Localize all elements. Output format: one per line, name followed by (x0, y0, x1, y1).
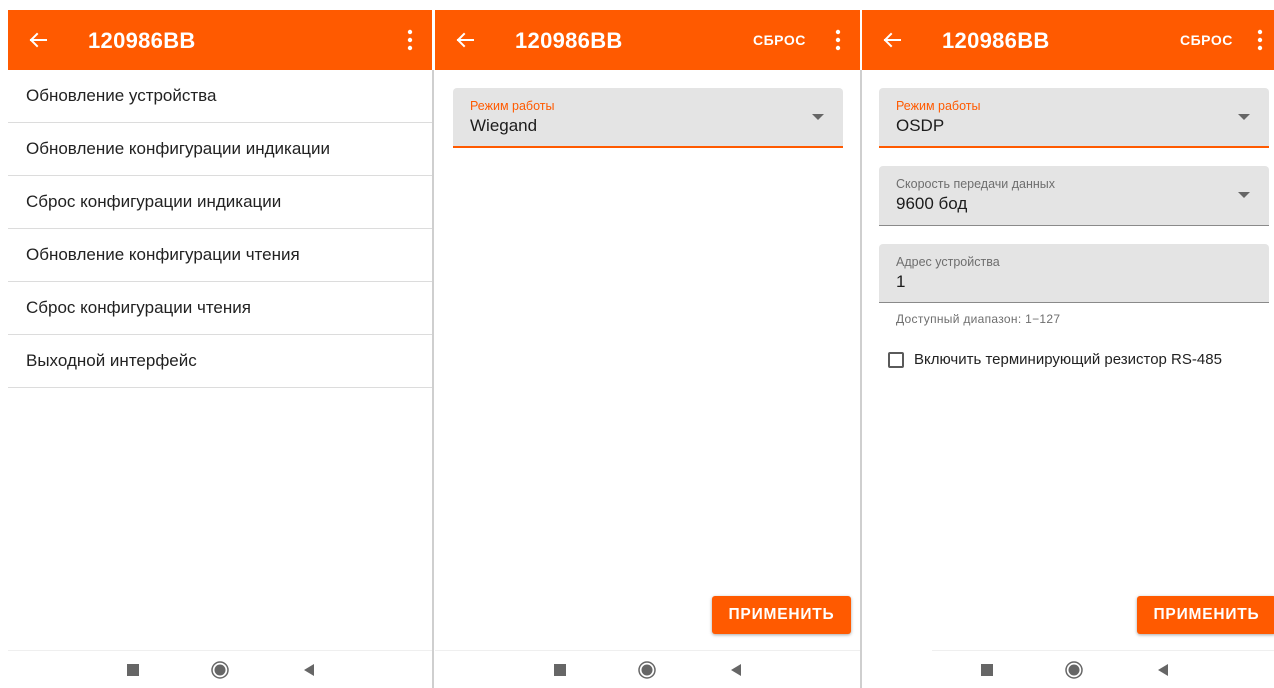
square-stop-icon[interactable] (124, 661, 142, 679)
more-vert-icon[interactable] (834, 28, 842, 52)
page-title: 120986BB (942, 28, 1050, 53)
reset-button[interactable]: СБРОС (1180, 32, 1233, 48)
apply-button[interactable]: ПРИМЕНИТЬ (1137, 596, 1274, 634)
mode-osdp-screen: 120986BB СБРОС Режим работы OSDP Скорост… (862, 10, 1274, 688)
circle-home-icon[interactable] (211, 661, 229, 679)
baud-rate-select[interactable]: Скорость передачи данных 9600 бод (879, 166, 1269, 226)
device-menu-screen: 120986BB Обновление устройства Обновлени… (8, 10, 432, 688)
page-title: 120986BB (88, 28, 196, 53)
baud-rate-value: 9600 бод (896, 194, 968, 213)
square-stop-icon[interactable] (978, 661, 996, 679)
menu-item-read-config-update[interactable]: Обновление конфигурации чтения (8, 229, 432, 282)
device-address-value: 1 (896, 272, 906, 291)
menu-item-output-interface[interactable]: Выходной интерфейс (8, 335, 432, 388)
triangle-back-icon[interactable] (727, 661, 745, 679)
menu-item-read-config-reset[interactable]: Сброс конфигурации чтения (8, 282, 432, 335)
arrow-drop-down-icon (1238, 192, 1250, 198)
checkbox-box[interactable] (888, 351, 904, 368)
mode-select-value: Wiegand (470, 116, 538, 135)
triangle-back-icon[interactable] (1154, 661, 1172, 679)
app-bar: 120986BB СБРОС (862, 10, 1274, 70)
terminator-checkbox[interactable]: Включить терминирующий резистор RS-485 (888, 351, 1222, 368)
system-nav-bar (932, 650, 1274, 688)
reset-button[interactable]: СБРОС (753, 32, 806, 48)
more-vert-icon[interactable] (406, 28, 414, 52)
triangle-back-icon[interactable] (300, 661, 318, 679)
circle-home-icon[interactable] (1065, 661, 1083, 679)
mode-select[interactable]: Режим работы Wiegand (453, 88, 843, 148)
menu-item-indication-config-update[interactable]: Обновление конфигурации индикации (8, 123, 432, 176)
system-nav-bar (8, 650, 432, 688)
address-range-helper: Доступный диапазон: 1−127 (896, 312, 1061, 326)
mode-select-label: Режим работы (470, 99, 555, 113)
arrow-drop-down-icon (1238, 114, 1250, 120)
mode-select-value: OSDP (896, 116, 945, 135)
menu-item-device-update[interactable]: Обновление устройства (8, 70, 432, 123)
device-address-input[interactable]: Адрес устройства 1 (879, 244, 1269, 303)
settings-menu-list: Обновление устройства Обновление конфигу… (8, 70, 432, 388)
arrow-drop-down-icon (812, 114, 824, 120)
arrow-left-icon[interactable] (26, 26, 50, 54)
arrow-left-icon[interactable] (453, 26, 477, 54)
app-bar: 120986BB СБРОС (435, 10, 860, 70)
more-vert-icon[interactable] (1256, 28, 1264, 52)
mode-select[interactable]: Режим работы OSDP (879, 88, 1269, 148)
mode-wiegand-screen: 120986BB СБРОС Режим работы Wiegand ПРИМ… (435, 10, 860, 688)
app-bar: 120986BB (8, 10, 432, 70)
square-stop-icon[interactable] (551, 661, 569, 679)
arrow-left-icon[interactable] (880, 26, 904, 54)
apply-button[interactable]: ПРИМЕНИТЬ (712, 596, 851, 634)
terminator-checkbox-label: Включить терминирующий резистор RS-485 (914, 351, 1222, 368)
mode-select-label: Режим работы (896, 99, 981, 113)
device-address-label: Адрес устройства (896, 255, 1000, 269)
screen-divider-left (432, 70, 434, 688)
baud-rate-label: Скорость передачи данных (896, 177, 1056, 191)
system-nav-bar (435, 650, 860, 688)
menu-item-indication-config-reset[interactable]: Сброс конфигурации индикации (8, 176, 432, 229)
page-title: 120986BB (515, 28, 623, 53)
circle-home-icon[interactable] (638, 661, 656, 679)
